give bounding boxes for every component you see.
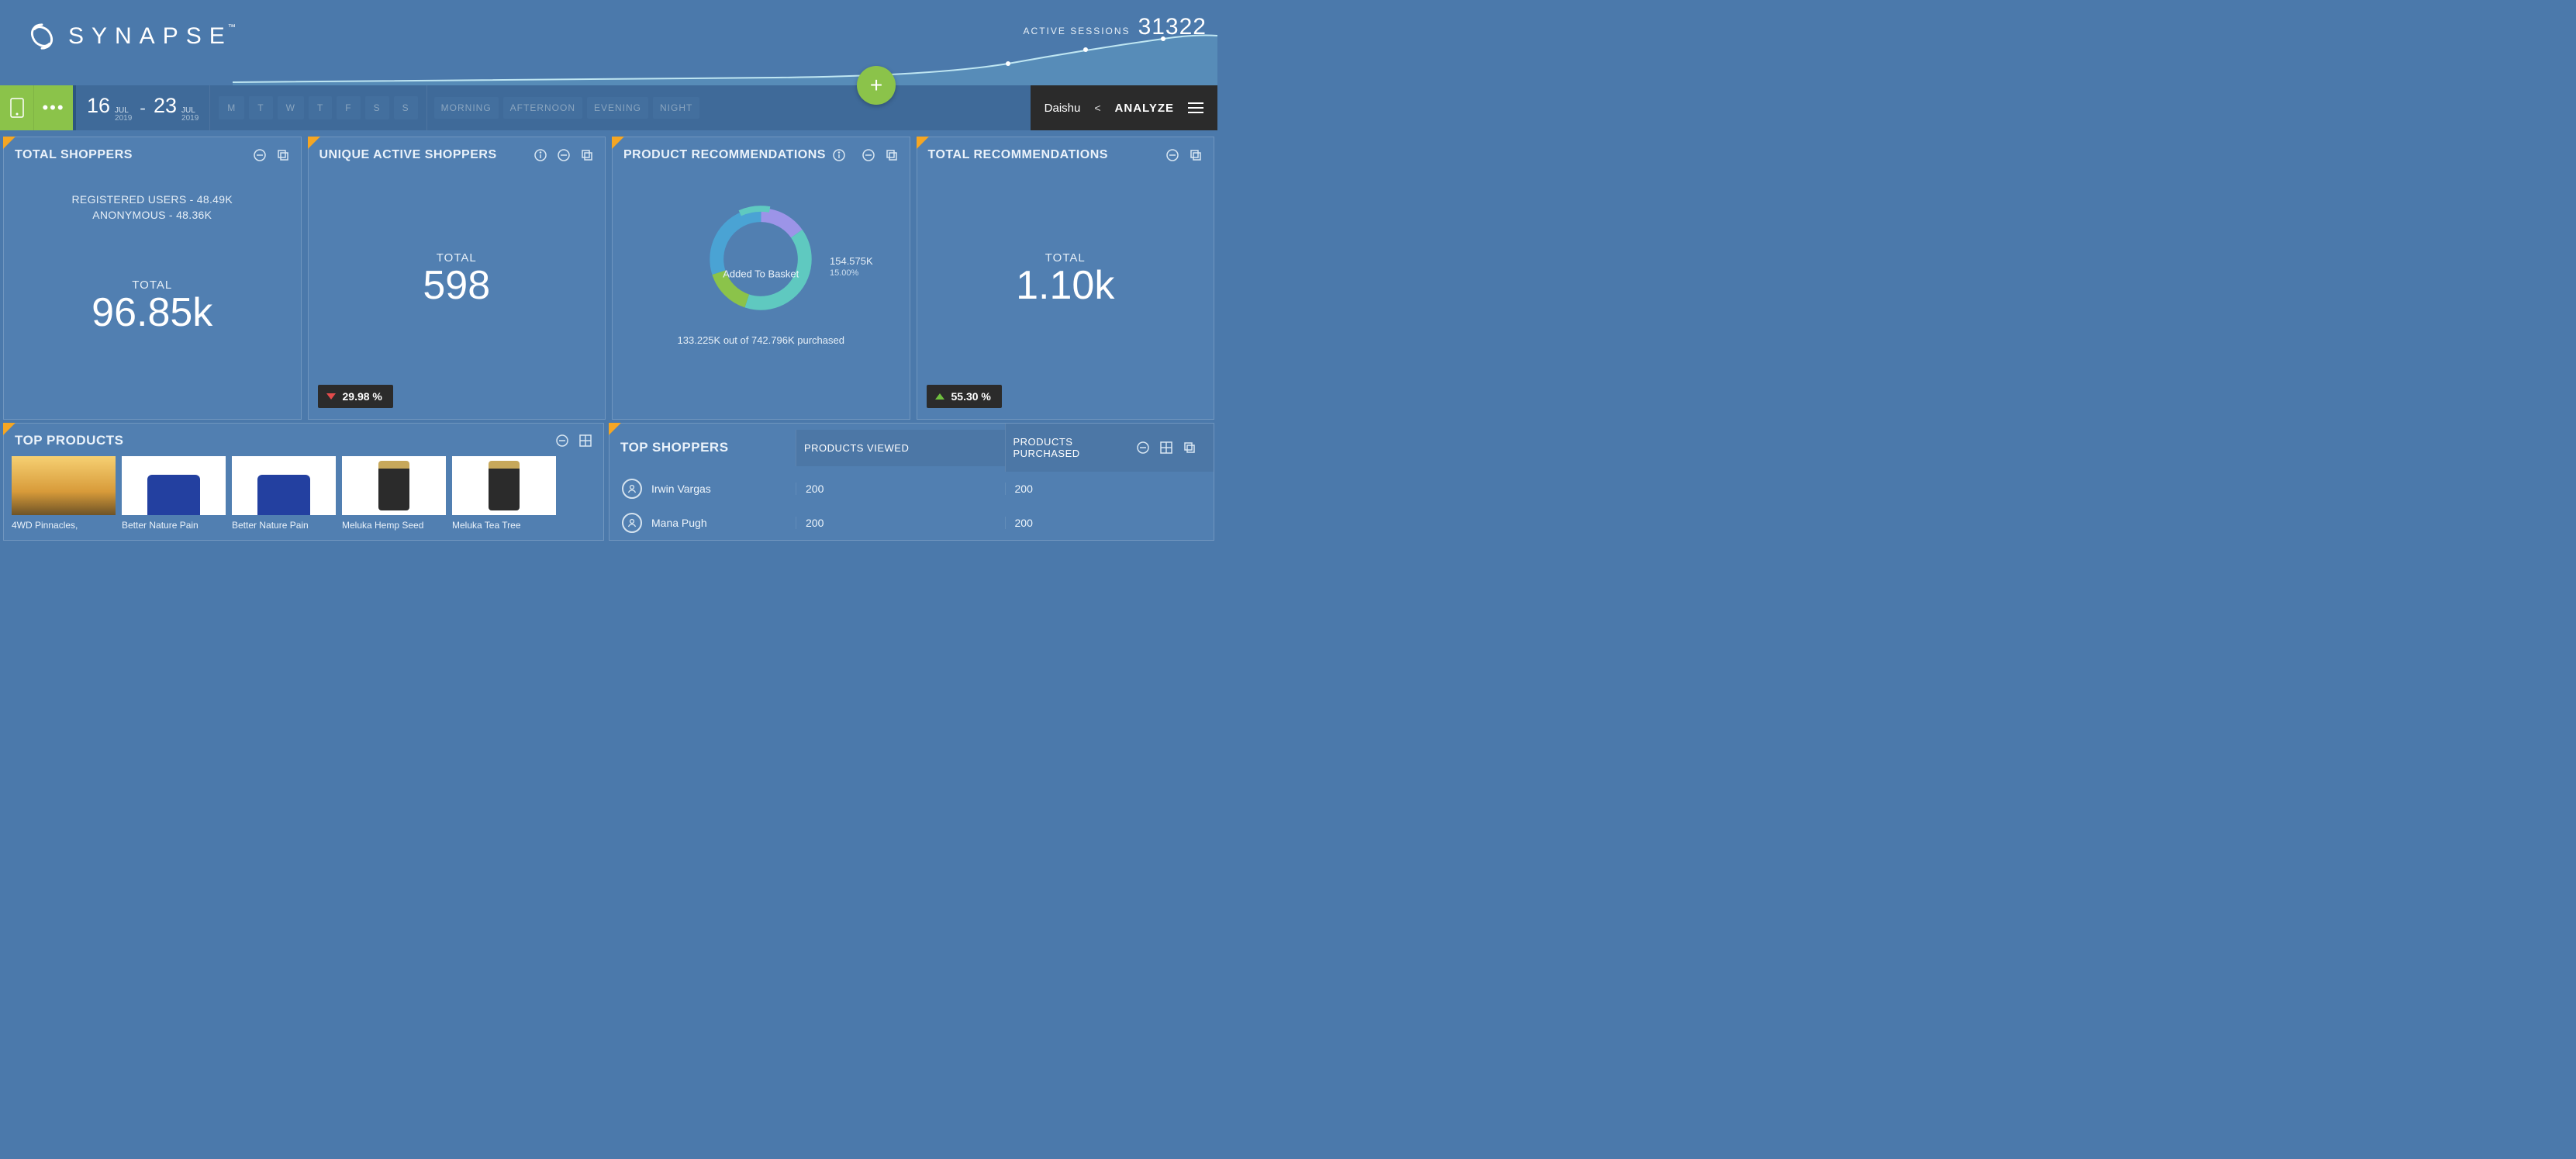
col-products-viewed: PRODUCTS VIEWED bbox=[796, 430, 1005, 466]
more-button[interactable]: ••• bbox=[34, 85, 73, 130]
panel-title: TOP PRODUCTS bbox=[15, 433, 123, 448]
donut-center-label: Added To Basket bbox=[723, 268, 799, 279]
col-products-purchased: PRODUCTS PURCHASED bbox=[1013, 436, 1137, 459]
chevron-left-icon: < bbox=[1094, 102, 1100, 114]
grid-icon[interactable] bbox=[1159, 441, 1173, 455]
collapse-icon[interactable] bbox=[557, 148, 571, 162]
caret-up-icon bbox=[935, 393, 944, 400]
product-thumb[interactable]: Better Nature Pain bbox=[232, 456, 336, 531]
table-row[interactable]: Irwin Vargas 200 200 bbox=[609, 472, 1214, 506]
donut-callout-value: 154.575K bbox=[830, 255, 873, 267]
day-mon[interactable]: M bbox=[219, 96, 244, 119]
plus-icon: + bbox=[870, 73, 882, 98]
change-badge-down: 29.98 % bbox=[318, 385, 393, 408]
caret-down-icon bbox=[326, 393, 336, 400]
panel-title: TOP SHOPPERS bbox=[609, 429, 796, 466]
card-product-recommendations: PRODUCT RECOMMENDATIONS Added To Basket bbox=[612, 137, 910, 420]
toolbar: ••• 16 JUL2019 - 23 JUL2019 M T W T F S … bbox=[0, 85, 1217, 130]
collapse-icon[interactable] bbox=[862, 148, 875, 162]
copy-icon[interactable] bbox=[885, 148, 899, 162]
brand-logo: SYNAPSE™ bbox=[27, 22, 243, 51]
info-icon[interactable] bbox=[534, 148, 547, 162]
card-title: TOTAL SHOPPERS bbox=[15, 148, 133, 162]
unique-active-value: 598 bbox=[309, 265, 606, 307]
period-filter: MORNING AFTERNOON EVENING NIGHT bbox=[426, 85, 707, 130]
collapse-icon[interactable] bbox=[1136, 441, 1150, 455]
day-thu[interactable]: T bbox=[309, 96, 332, 119]
copy-icon[interactable] bbox=[1183, 441, 1196, 455]
day-fri[interactable]: F bbox=[337, 96, 360, 119]
day-sat[interactable]: S bbox=[365, 96, 389, 119]
period-morning[interactable]: MORNING bbox=[434, 97, 499, 119]
date-from-day: 16 bbox=[87, 94, 110, 118]
copy-icon[interactable] bbox=[276, 148, 290, 162]
total-shoppers-value: 96.85k bbox=[4, 292, 301, 334]
app-header: SYNAPSE™ ACTIVE SESSIONS 31322 bbox=[0, 0, 1217, 85]
period-afternoon[interactable]: AFTERNOON bbox=[503, 97, 582, 119]
card-title: PRODUCT RECOMMENDATIONS bbox=[623, 148, 826, 162]
card-title: UNIQUE ACTIVE SHOPPERS bbox=[319, 148, 497, 162]
collapse-icon[interactable] bbox=[1165, 148, 1179, 162]
avatar-icon bbox=[622, 479, 642, 499]
collapse-icon[interactable] bbox=[555, 434, 569, 448]
active-sessions: ACTIVE SESSIONS 31322 bbox=[1024, 14, 1207, 40]
user-mode-bar[interactable]: Daishu < ANALYZE bbox=[1031, 85, 1217, 130]
product-thumb[interactable]: Meluka Tea Tree bbox=[452, 456, 556, 531]
date-range-picker[interactable]: 16 JUL2019 - 23 JUL2019 bbox=[73, 85, 209, 130]
table-row[interactable]: Mana Pugh 200 200 bbox=[609, 506, 1214, 540]
card-total-shoppers: TOTAL SHOPPERS REGISTERED USERS - 48.49K… bbox=[3, 137, 302, 420]
product-thumb[interactable]: 4WD Pinnacles, bbox=[12, 456, 116, 531]
donut-callout-pct: 15.00% bbox=[830, 268, 873, 278]
copy-icon[interactable] bbox=[580, 148, 594, 162]
product-thumb[interactable]: Meluka Hemp Seed bbox=[342, 456, 446, 531]
anonymous-line: ANONYMOUS - 48.36K bbox=[4, 209, 301, 221]
menu-icon[interactable] bbox=[1188, 102, 1203, 113]
brand-name: SYNAPSE™ bbox=[68, 23, 243, 50]
ellipsis-icon: ••• bbox=[42, 98, 64, 118]
active-sessions-value: 31322 bbox=[1138, 14, 1207, 40]
total-recs-value: 1.10k bbox=[917, 265, 1214, 307]
device-mobile-button[interactable] bbox=[0, 85, 34, 130]
mode-label: ANALYZE bbox=[1115, 102, 1174, 115]
day-sun[interactable]: S bbox=[394, 96, 418, 119]
collapse-icon[interactable] bbox=[253, 148, 267, 162]
user-name: Daishu bbox=[1045, 102, 1081, 115]
copy-icon[interactable] bbox=[1189, 148, 1203, 162]
change-badge-up: 55.30 % bbox=[927, 385, 1002, 408]
day-tue[interactable]: T bbox=[249, 96, 272, 119]
weekday-filter: M T W T F S S bbox=[209, 85, 426, 130]
active-sessions-label: ACTIVE SESSIONS bbox=[1024, 26, 1131, 36]
product-thumb[interactable]: Better Nature Pain bbox=[122, 456, 226, 531]
grid-icon[interactable] bbox=[578, 434, 592, 448]
card-unique-active-shoppers: UNIQUE ACTIVE SHOPPERS TOTAL 598 29.98 % bbox=[308, 137, 606, 420]
donut-chart: Added To Basket 154.575K 15.00% 133.225K… bbox=[613, 201, 910, 346]
add-button[interactable]: + bbox=[857, 66, 896, 105]
period-evening[interactable]: EVENING bbox=[587, 97, 648, 119]
date-to-day: 23 bbox=[154, 94, 177, 118]
period-night[interactable]: NIGHT bbox=[653, 97, 699, 119]
panel-top-shoppers: TOP SHOPPERS PRODUCTS VIEWED PRODUCTS PU… bbox=[609, 423, 1214, 541]
card-title: TOTAL RECOMMENDATIONS bbox=[928, 148, 1108, 162]
donut-caption: 133.225K out of 742.796K purchased bbox=[613, 334, 910, 346]
avatar-icon bbox=[622, 513, 642, 533]
panel-top-products: TOP PRODUCTS 4WD Pinnacles, Better Natur… bbox=[3, 423, 604, 541]
info-icon[interactable] bbox=[832, 148, 846, 162]
registered-users-line: REGISTERED USERS - 48.49K bbox=[4, 193, 301, 206]
logo-mark-icon bbox=[27, 22, 57, 51]
card-total-recommendations: TOTAL RECOMMENDATIONS TOTAL 1.10k 55.30 … bbox=[917, 137, 1215, 420]
mobile-icon bbox=[10, 98, 24, 118]
day-wed[interactable]: W bbox=[278, 96, 304, 119]
